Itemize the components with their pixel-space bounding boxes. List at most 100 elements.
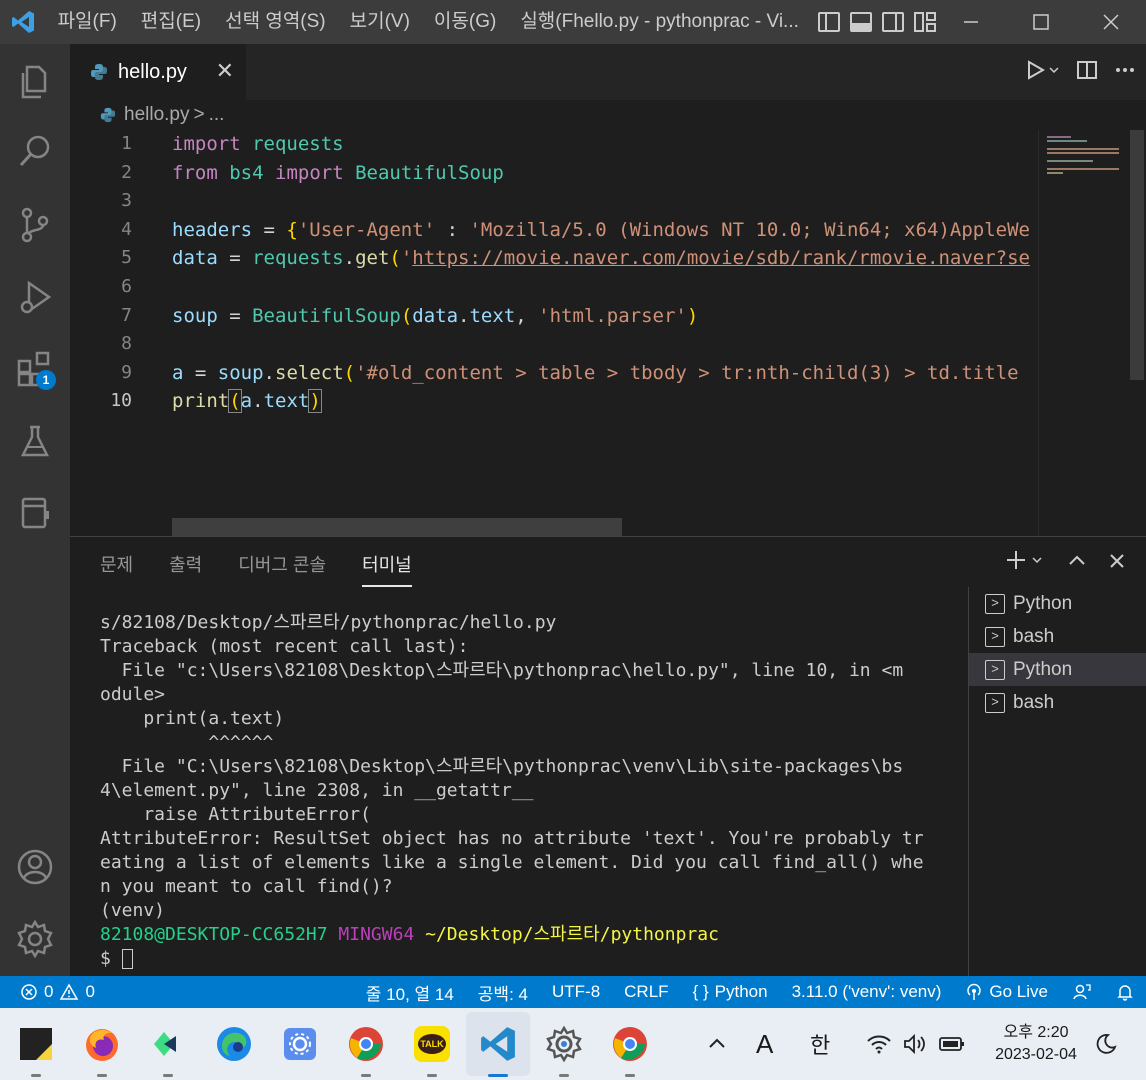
system-clock[interactable]: 오후 2:20 2023-02-04 bbox=[986, 1022, 1086, 1066]
close-tab-icon[interactable]: ✕ bbox=[216, 58, 234, 84]
url-link[interactable]: https://movie.naver.com/movie/sdb/rank/r… bbox=[412, 247, 1030, 269]
tab-hello-py[interactable]: hello.py ✕ bbox=[70, 44, 246, 100]
remote-explorer-icon[interactable] bbox=[0, 478, 70, 548]
chrome-icon[interactable] bbox=[346, 1024, 386, 1064]
terminal-item-python-1[interactable]: > Python bbox=[969, 587, 1146, 620]
line-number: 5 bbox=[121, 247, 132, 269]
volume-icon[interactable] bbox=[902, 1008, 928, 1080]
end-of-line[interactable]: CRLF bbox=[612, 982, 680, 1002]
terminal-line: Traceback (most recent call last): bbox=[100, 636, 469, 657]
token: soup bbox=[172, 304, 218, 327]
python-interpreter[interactable]: 3.11.0 ('venv': venv) bbox=[780, 982, 954, 1002]
close-panel-icon[interactable] bbox=[1108, 550, 1126, 576]
code-line-5: data = requests.get('https://movie.naver… bbox=[172, 244, 1038, 273]
error-count: 0 bbox=[44, 982, 54, 1001]
sticky-notes-icon[interactable] bbox=[16, 1024, 56, 1064]
terminal-item-bash-1[interactable]: > bash bbox=[969, 620, 1146, 653]
menu-selection[interactable]: 선택 영역(S) bbox=[213, 0, 338, 44]
tab-debug-console[interactable]: 디버그 콘솔 bbox=[238, 551, 326, 587]
battery-icon[interactable] bbox=[938, 1008, 966, 1080]
token: ) bbox=[308, 389, 322, 414]
problems-status[interactable]: 0 0 bbox=[0, 982, 95, 1002]
breadcrumb-file[interactable]: hello.py bbox=[124, 104, 190, 126]
minimap[interactable] bbox=[1038, 130, 1128, 536]
notifications-bell-icon[interactable] bbox=[1104, 983, 1146, 1001]
encoding[interactable]: UTF-8 bbox=[540, 982, 612, 1002]
activity-bar: 1 bbox=[0, 44, 70, 976]
menu-go[interactable]: 이동(G) bbox=[422, 0, 508, 44]
toggle-secondary-sidebar-icon[interactable] bbox=[882, 12, 904, 32]
braces-icon: { } bbox=[692, 982, 709, 1001]
clock-date: 2023-02-04 bbox=[995, 1046, 1077, 1063]
edge-icon[interactable] bbox=[214, 1024, 254, 1064]
vertical-scroll-thumb[interactable] bbox=[1130, 130, 1144, 380]
tab-terminal[interactable]: 터미널 bbox=[362, 551, 412, 587]
ime-mode-a[interactable]: A bbox=[756, 1008, 773, 1080]
token: text bbox=[469, 304, 516, 327]
vscode-taskbar-icon[interactable] bbox=[478, 1024, 518, 1064]
minimap-line bbox=[1047, 152, 1119, 154]
minimize-button[interactable] bbox=[936, 0, 1006, 44]
bottom-panel: 문제 출력 디버그 콘솔 터미널 s/82108/Desktop/스파르타/py… bbox=[70, 536, 1146, 977]
run-debug-icon[interactable] bbox=[0, 262, 70, 332]
tab-problems[interactable]: 문제 bbox=[100, 551, 133, 587]
ime-mode-han[interactable]: 한 bbox=[810, 1008, 830, 1080]
app-running-indicator bbox=[625, 1074, 635, 1077]
source-control-icon[interactable] bbox=[0, 190, 70, 260]
tab-output[interactable]: 출력 bbox=[169, 551, 202, 587]
dev-app-icon[interactable] bbox=[148, 1024, 188, 1064]
vertical-scrollbar[interactable] bbox=[1128, 130, 1146, 536]
new-terminal-icon[interactable] bbox=[1006, 549, 1046, 577]
maximize-button[interactable] bbox=[1006, 0, 1076, 44]
app-running-indicator bbox=[31, 1074, 41, 1077]
menu-view[interactable]: 보기(V) bbox=[338, 0, 422, 44]
kakaotalk-icon[interactable]: TALK bbox=[412, 1024, 452, 1064]
run-python-file-icon[interactable] bbox=[1026, 59, 1060, 86]
settings-app-icon[interactable] bbox=[280, 1024, 320, 1064]
testing-icon[interactable] bbox=[0, 406, 70, 476]
settings-gear-icon[interactable] bbox=[0, 904, 70, 974]
breadcrumb-more[interactable]: ... bbox=[209, 104, 225, 126]
menu-file[interactable]: 파일(F) bbox=[46, 0, 129, 44]
terminal-prompt-line: 82108@DESKTOP-CC652H7 MINGW64 ~/Desktop/… bbox=[100, 923, 940, 947]
indentation[interactable]: 공백: 4 bbox=[466, 980, 540, 1005]
settings-gear-taskbar-icon[interactable] bbox=[544, 1024, 584, 1064]
focus-assist-moon-icon[interactable] bbox=[1094, 1008, 1118, 1080]
app-running-indicator bbox=[97, 1074, 107, 1077]
menu-bar: 파일(F) 편집(E) 선택 영역(S) 보기(V) 이동(G) 실행(F bbox=[46, 0, 573, 44]
customize-layout-icon[interactable] bbox=[914, 12, 936, 32]
extensions-icon[interactable]: 1 bbox=[0, 334, 70, 404]
go-live[interactable]: Go Live bbox=[953, 982, 1060, 1002]
prompt-symbol: $ bbox=[100, 948, 111, 969]
terminal-item-label: Python bbox=[1013, 658, 1073, 680]
minimap-line bbox=[1047, 160, 1093, 162]
toggle-sidebar-icon[interactable] bbox=[818, 12, 840, 32]
terminal-item-python-2[interactable]: > Python bbox=[969, 653, 1146, 686]
feedback-icon[interactable] bbox=[1060, 982, 1104, 1002]
terminal-input-line[interactable]: $ bbox=[100, 947, 940, 971]
split-editor-icon[interactable] bbox=[1076, 59, 1098, 86]
terminal-line: 4\element.py", line 2308, in __getattr__ bbox=[100, 780, 534, 801]
chrome-2-icon[interactable] bbox=[610, 1024, 650, 1064]
toggle-panel-icon[interactable] bbox=[850, 12, 872, 32]
accounts-icon[interactable] bbox=[0, 832, 70, 902]
maximize-panel-icon[interactable] bbox=[1068, 550, 1086, 576]
cursor-position[interactable]: 줄 10, 열 14 bbox=[354, 980, 466, 1005]
language-mode[interactable]: { } Python bbox=[681, 982, 780, 1002]
firefox-icon[interactable] bbox=[82, 1024, 122, 1064]
menu-run[interactable]: 실행(F bbox=[508, 0, 573, 44]
wifi-icon[interactable] bbox=[866, 1008, 892, 1080]
explorer-icon[interactable] bbox=[0, 46, 70, 116]
token: soup bbox=[217, 361, 264, 384]
search-icon[interactable] bbox=[0, 116, 70, 186]
show-hidden-icons[interactable] bbox=[706, 1008, 728, 1080]
menu-edit[interactable]: 편집(E) bbox=[129, 0, 213, 44]
terminal-item-bash-2[interactable]: > bash bbox=[969, 686, 1146, 719]
close-window-button[interactable] bbox=[1076, 0, 1146, 44]
horizontal-scrollbar[interactable] bbox=[172, 518, 622, 536]
terminal-output[interactable]: s/82108/Desktop/스파르타/pythonprac/hello.py… bbox=[100, 611, 940, 981]
more-actions-icon[interactable] bbox=[1114, 59, 1136, 86]
code-editor[interactable]: 1 2 3 4 5 6 7 8 9 10 import requests fro… bbox=[70, 130, 1146, 536]
token: '#old_content > table > tbody > tr:nth-c… bbox=[355, 361, 1019, 384]
line-number-active: 10 bbox=[110, 390, 132, 412]
